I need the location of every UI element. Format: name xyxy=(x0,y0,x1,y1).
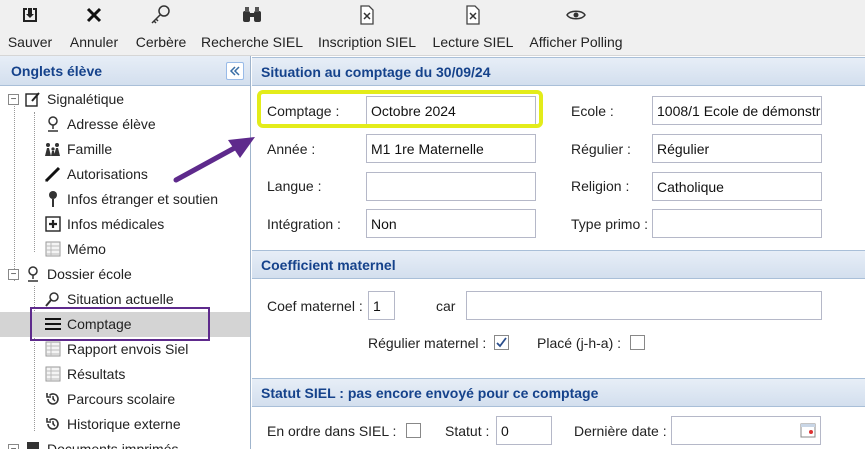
annotation-arrow xyxy=(173,137,255,183)
